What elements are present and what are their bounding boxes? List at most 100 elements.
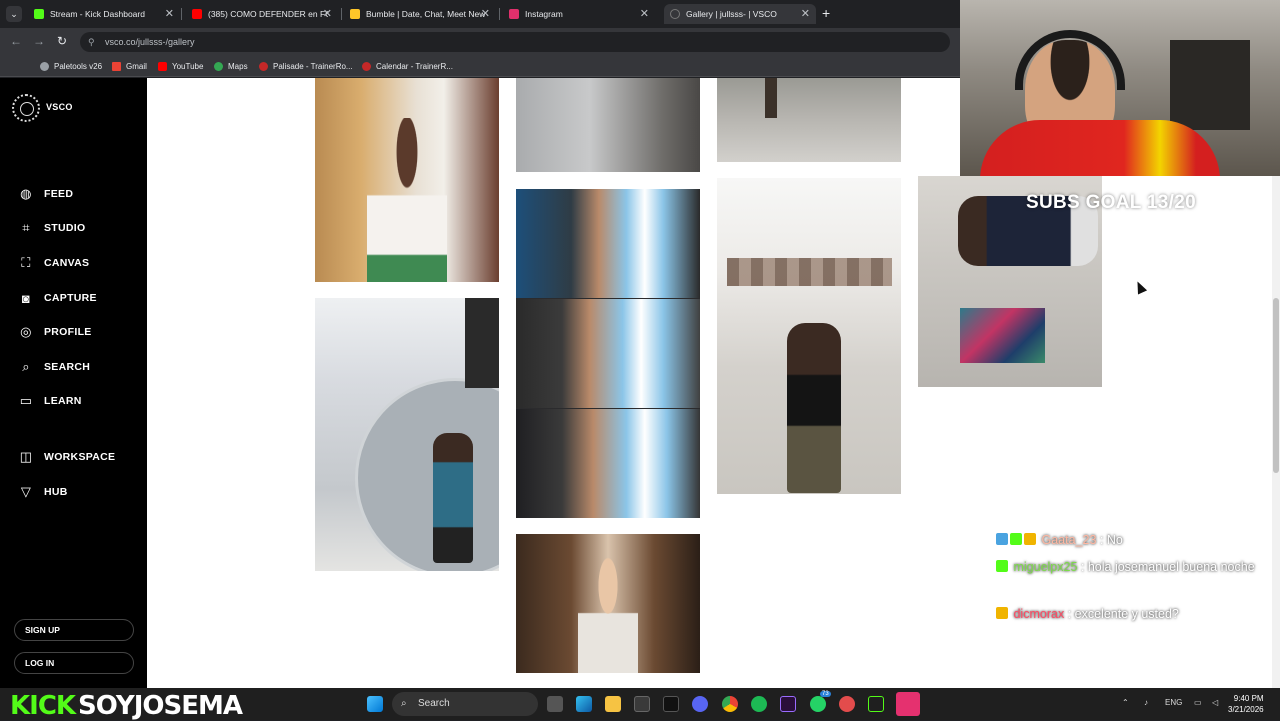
chat-badge-icon	[996, 560, 1008, 572]
file-explorer-icon[interactable]	[605, 696, 621, 712]
nav-capture[interactable]: ◙ CAPTURE	[17, 289, 97, 307]
log-in-button[interactable]: LOG IN	[14, 652, 134, 674]
nav-feed[interactable]: ◍ FEED	[17, 185, 73, 203]
kick-favicon-icon	[34, 9, 44, 19]
gallery-photo[interactable]	[315, 298, 499, 571]
spotify-icon[interactable]	[751, 696, 767, 712]
nav-hub[interactable]: ▽ HUB	[17, 483, 68, 501]
close-tab-icon[interactable]: ✕	[165, 7, 174, 20]
discord-icon[interactable]	[692, 696, 708, 712]
scrollbar-thumb[interactable]	[1273, 298, 1279, 473]
search-icon: ⌕	[401, 698, 407, 709]
tray-overflow-icon[interactable]: ⌃	[1122, 698, 1129, 707]
whatsapp-icon[interactable]	[810, 696, 826, 712]
bookmark-calendar[interactable]: Calendar - TrainerR...	[362, 60, 453, 73]
browser-toolbar: ← → ↻ ⚲ vsco.co/jullsss-/gallery	[0, 28, 960, 56]
gallery-photo[interactable]	[717, 78, 901, 162]
language-indicator[interactable]: ENG	[1165, 698, 1182, 707]
vsco-favicon-icon	[670, 9, 680, 19]
store-icon[interactable]	[634, 696, 650, 712]
webcam-background-shelf	[1170, 40, 1250, 130]
obs-icon[interactable]	[868, 696, 884, 712]
forward-arrow-icon[interactable]: →	[33, 34, 45, 48]
windows-start-icon[interactable]	[367, 696, 383, 712]
nav-studio[interactable]: ⌗ STUDIO	[17, 219, 85, 237]
gmail-icon	[112, 62, 121, 71]
gallery-photo[interactable]	[516, 534, 700, 673]
taskbar-search[interactable]: ⌕ Search	[392, 692, 538, 716]
premiere-icon[interactable]	[780, 696, 796, 712]
tab-divider	[341, 8, 342, 20]
vsco-logo-text[interactable]: VSCO	[46, 102, 73, 112]
youtube-favicon-icon	[192, 9, 202, 19]
photo-subject	[367, 118, 447, 282]
subs-goal-counter: SUBS GOAL 13/20	[1026, 192, 1196, 213]
trainerroad-icon	[259, 62, 268, 71]
edge-icon[interactable]	[576, 696, 592, 712]
photo-window-frame	[465, 298, 499, 388]
tab-title: Gallery | jullsss- | VSCO	[686, 9, 777, 19]
tiktok-icon[interactable]	[663, 696, 679, 712]
nav-profile[interactable]: ◎ PROFILE	[17, 323, 92, 341]
tiktok-live-icon[interactable]	[896, 692, 920, 716]
reload-icon[interactable]: ↻	[57, 34, 67, 48]
task-view-icon[interactable]	[547, 696, 563, 712]
site-info-icon[interactable]: ⚲	[88, 32, 95, 52]
address-bar[interactable]: ⚲ vsco.co/jullsss-/gallery	[80, 32, 950, 52]
search-placeholder: Search	[418, 698, 450, 709]
photo-painting	[960, 308, 1045, 363]
back-arrow-icon[interactable]: ←	[10, 34, 22, 48]
tab-youtube[interactable]: (385) COMO DEFENDER en FC ✕	[186, 4, 338, 24]
photo-collage-row-1	[516, 189, 700, 298]
vsco-logo-icon[interactable]	[12, 94, 40, 122]
nav-workspace[interactable]: ◫ WORKSPACE	[17, 448, 115, 466]
gallery-photo[interactable]	[516, 189, 700, 518]
tab-vsco-gallery[interactable]: Gallery | jullsss- | VSCO ✕	[664, 4, 816, 24]
bookmark-youtube[interactable]: YouTube	[158, 60, 203, 73]
bumble-favicon-icon	[350, 9, 360, 19]
maps-pin-icon	[214, 62, 223, 71]
microphone-icon[interactable]: ♪	[1144, 698, 1148, 707]
nav-label: SEARCH	[44, 361, 91, 373]
chrome-icon[interactable]	[722, 696, 738, 712]
bookmark-label: Palisade - TrainerRo...	[273, 62, 353, 71]
vsco-sidebar: VSCO ◍ FEED ⌗ STUDIO ⛶ CANVAS ◙ CAPTURE ◎ PRO…	[0, 78, 147, 688]
network-icon[interactable]: ▭	[1194, 698, 1202, 707]
volume-icon[interactable]: ◁	[1212, 698, 1218, 707]
gallery-photo[interactable]	[717, 178, 901, 494]
tab-instagram[interactable]: Instagram ✕	[503, 4, 655, 24]
globe-icon	[40, 62, 49, 71]
streamer-name: SOYJOSEMA	[78, 691, 243, 721]
gallery-photo[interactable]	[315, 78, 499, 282]
chat-message: Gaata_23 : No	[996, 530, 1266, 551]
bookmark-label: Gmail	[126, 62, 147, 71]
nav-search[interactable]: ⌕ SEARCH	[17, 358, 90, 376]
tab-bumble[interactable]: Bumble | Date, Chat, Meet New ✕	[344, 4, 496, 24]
close-tab-icon[interactable]: ✕	[323, 7, 332, 20]
sign-up-button[interactable]: SIGN UP	[14, 619, 134, 641]
close-tab-icon[interactable]: ✕	[481, 7, 490, 20]
app-icon[interactable]	[839, 696, 855, 712]
system-clock[interactable]: 9:40 PM 3/21/2026	[1228, 693, 1264, 715]
nav-label: LEARN	[44, 395, 82, 407]
tab-search-menu-icon[interactable]: ⌄	[6, 6, 22, 22]
tab-divider	[181, 8, 182, 20]
nav-canvas[interactable]: ⛶ CANVAS	[17, 254, 89, 272]
nav-learn[interactable]: ▭ LEARN	[17, 392, 82, 410]
gallery-photo[interactable]	[516, 78, 700, 172]
tab-kick-dashboard[interactable]: Stream - Kick Dashboard ✕	[28, 4, 180, 24]
chat-badge-icon	[996, 533, 1008, 545]
new-tab-button[interactable]: +	[822, 5, 830, 21]
close-tab-icon[interactable]: ✕	[801, 7, 810, 20]
chat-text: : excelente y usted?	[1067, 607, 1179, 621]
bookmark-maps[interactable]: Maps	[214, 60, 248, 73]
streamer-webcam	[960, 0, 1280, 176]
close-tab-icon[interactable]: ✕	[640, 7, 649, 20]
bookmark-gmail[interactable]: Gmail	[112, 60, 147, 73]
bookmark-paletools[interactable]: Paletools v26	[40, 60, 102, 73]
nav-label: CAPTURE	[44, 292, 97, 304]
bookmark-palisade[interactable]: Palisade - TrainerRo...	[259, 60, 353, 73]
chat-username: Gaata_23	[1041, 533, 1097, 547]
profile-icon: ◎	[20, 324, 32, 339]
bookmark-label: Paletools v26	[54, 62, 103, 71]
